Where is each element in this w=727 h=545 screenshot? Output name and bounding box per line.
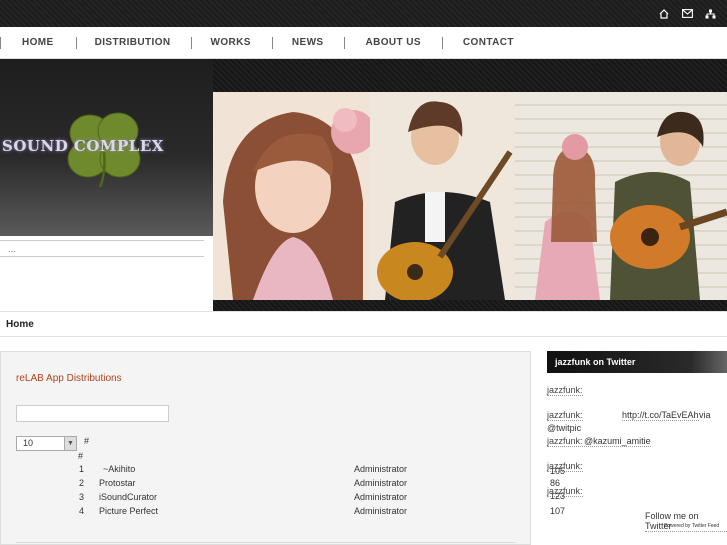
hero-photo-guitarist xyxy=(370,92,515,300)
column-header-number: # xyxy=(84,436,90,446)
tweet-user[interactable]: jazzfunk: xyxy=(547,410,583,421)
tweet-user[interactable]: jazzfunk: xyxy=(547,385,583,396)
per-page-value: 10 xyxy=(23,438,34,448)
nav-separator xyxy=(344,36,346,49)
nav-item-contact[interactable]: CONTACT xyxy=(463,37,514,48)
chevron-down-icon[interactable]: ▼ xyxy=(64,437,76,450)
divider xyxy=(16,542,516,543)
table-row[interactable]: 2 Protostar Administrator xyxy=(1,478,530,492)
table-row[interactable]: 3 iSoundCurator Administrator xyxy=(1,492,530,506)
hero-side-panel: ... xyxy=(0,236,213,311)
hero-photo-woman xyxy=(213,92,370,300)
nav-item-about-us[interactable]: ABOUT US xyxy=(365,37,420,48)
nav-separator xyxy=(75,36,77,49)
tweet-text: @twitpic xyxy=(547,423,582,433)
tweet-text[interactable]: @kazumi_amitie xyxy=(584,436,651,447)
search-input[interactable] xyxy=(16,405,169,422)
nav-item-distribution[interactable]: DISTRIBUTION xyxy=(95,37,171,48)
row-author: Administrator xyxy=(354,506,408,516)
row-name[interactable]: iSoundCurator xyxy=(99,492,157,502)
hero-side-text: ... xyxy=(8,244,16,254)
hero-banner: SOUND COMPLEX ... xyxy=(0,59,727,311)
main-nav: HOME DISTRIBUTION WORKS NEWS ABOUT US CO… xyxy=(0,27,727,59)
nav-separator xyxy=(0,36,1,49)
page-title: reLAB App Distributions xyxy=(16,373,122,384)
column-header-number-2: # xyxy=(78,451,84,461)
row-name[interactable]: ~Akihito xyxy=(103,464,135,474)
row-name[interactable]: Picture Perfect xyxy=(99,506,158,516)
nav-separator xyxy=(441,36,443,49)
powered-by-text[interactable]: Powered by Twitter Feed xyxy=(664,523,719,529)
row-author: Administrator xyxy=(354,464,408,474)
tweet-text: via xyxy=(699,410,711,420)
row-name[interactable]: Protostar xyxy=(99,478,136,488)
nav-item-home[interactable]: HOME xyxy=(22,37,54,48)
sitemap-icon[interactable] xyxy=(703,7,717,20)
tweet-mention[interactable]: @kazumi_amitie xyxy=(584,436,651,447)
table-row[interactable]: 4 Picture Perfect Administrator xyxy=(1,506,530,520)
tweet-count: 107 xyxy=(550,506,566,516)
nav-separator xyxy=(271,36,273,49)
twitter-widget-header: jazzfunk on Twitter xyxy=(547,351,727,373)
nav-item-works[interactable]: WORKS xyxy=(211,37,251,48)
per-page-select[interactable]: 10 ▼ xyxy=(16,436,77,451)
table-row[interactable]: 1 ~Akihito Administrator xyxy=(1,464,530,478)
site-logo[interactable]: SOUND COMPLEX xyxy=(2,137,164,155)
tweet-count: 105 xyxy=(550,466,566,476)
home-icon[interactable] xyxy=(657,7,671,20)
nav-separator xyxy=(190,36,192,49)
row-number: 1 xyxy=(79,464,85,474)
row-number: 4 xyxy=(79,506,85,516)
row-number: 2 xyxy=(79,478,85,488)
logo-area: SOUND COMPLEX xyxy=(0,59,213,236)
twitter-widget-title: jazzfunk on Twitter xyxy=(555,357,636,367)
tweet-link-url[interactable]: http://t.co/TaEvEAh xyxy=(622,410,699,421)
row-number: 3 xyxy=(79,492,85,502)
top-icons xyxy=(657,7,717,20)
top-bar xyxy=(0,0,727,27)
row-author: Administrator xyxy=(354,492,408,502)
tweet-user[interactable]: jazzfunk: xyxy=(547,436,583,447)
nav-item-news[interactable]: NEWS xyxy=(292,37,324,48)
divider xyxy=(0,256,204,257)
tweet-count: 123 xyxy=(550,491,566,501)
divider xyxy=(0,240,204,241)
row-author: Administrator xyxy=(354,478,408,488)
breadcrumb: Home xyxy=(0,311,727,337)
hero-photo-duo xyxy=(515,92,727,300)
breadcrumb-home[interactable]: Home xyxy=(6,319,34,330)
mail-icon[interactable] xyxy=(680,7,694,20)
content-panel: reLAB App Distributions 10 ▼ # # 1 ~Akih… xyxy=(0,351,531,545)
tweet-link[interactable]: http://t.co/TaEvEAh xyxy=(622,410,699,421)
